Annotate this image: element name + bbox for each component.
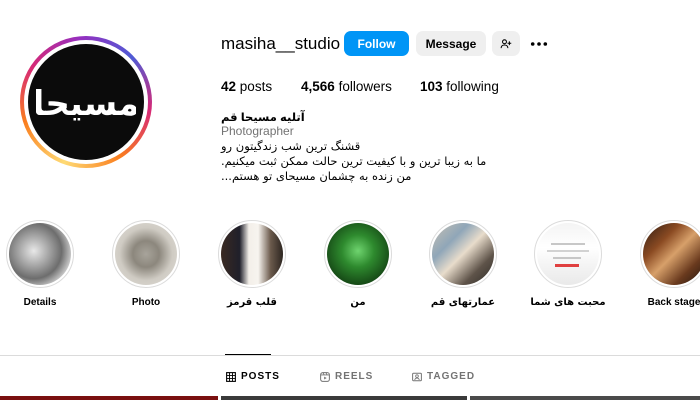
highlight-label: قلب قرمز — [227, 297, 277, 308]
highlight-cover — [221, 223, 283, 285]
tab-reels-label: REELS — [335, 371, 374, 382]
post-thumbnail[interactable] — [0, 396, 218, 400]
highlight-ring — [218, 220, 286, 288]
follow-button[interactable]: Follow — [344, 31, 409, 56]
tab-posts-label: POSTS — [241, 371, 280, 382]
tagged-icon — [412, 372, 422, 381]
highlight-qom-mansions[interactable]: عمارتهای قم — [423, 220, 503, 308]
highlight-label: Photo — [131, 297, 161, 308]
highlight-cover — [9, 223, 71, 285]
following-count-value: 103 — [420, 79, 443, 94]
posts-count-value: 42 — [221, 79, 237, 94]
posts-count: 42 posts — [221, 79, 272, 94]
add-user-button[interactable] — [492, 31, 520, 56]
post-thumbnail[interactable] — [221, 396, 467, 400]
bio-line: ما به زیبا ترین و با کیفیت ترین حالت ممک… — [221, 154, 487, 168]
studio-logo: مسیحا — [36, 84, 136, 124]
more-horizontal-icon — [530, 41, 548, 46]
highlight-cover — [115, 223, 177, 285]
avatar-gap: مسیحا — [24, 40, 148, 164]
highlight-me[interactable]: من — [318, 220, 398, 308]
grid-icon — [226, 371, 236, 382]
profile-avatar-ring[interactable]: مسیحا — [20, 36, 152, 168]
bio-name: آتلیه مسیحا قم — [221, 112, 305, 124]
highlight-label: من — [350, 297, 366, 308]
highlight-ring — [640, 220, 700, 288]
person-add-icon — [500, 38, 512, 48]
username: masiha__studio — [221, 34, 341, 53]
bio-line: من زنده به چشمان مسیحای تو هستم... — [221, 169, 412, 183]
following-link[interactable]: 103 following — [420, 79, 499, 94]
followers-count-label: followers — [338, 79, 392, 94]
posts-count-label: posts — [239, 79, 273, 94]
highlight-cover — [537, 223, 599, 285]
highlight-label: Details — [23, 297, 57, 308]
highlight-label: عمارتهای قم — [430, 297, 496, 308]
tab-reels[interactable]: REELS — [320, 371, 373, 382]
active-tab-indicator — [225, 354, 271, 355]
message-button[interactable]: Message — [416, 31, 486, 56]
bio-category: Photographer — [221, 124, 294, 138]
highlight-ring — [324, 220, 392, 288]
tab-tagged[interactable]: TAGGED — [412, 371, 475, 382]
highlight-details[interactable]: Details — [0, 220, 80, 308]
highlight-red-heart[interactable]: قلب قرمز — [212, 220, 292, 308]
highlight-photo[interactable]: Photo — [106, 220, 186, 308]
post-thumbnail[interactable] — [470, 396, 700, 400]
following-count-label: following — [446, 79, 499, 94]
tab-tagged-label: TAGGED — [427, 371, 476, 382]
tabs-divider — [0, 355, 700, 356]
more-options-button[interactable] — [528, 31, 550, 56]
followers-count-value: 4,566 — [301, 79, 335, 94]
highlight-label: Back stage — [647, 297, 700, 308]
avatar-logo-text: مسیحا — [36, 84, 136, 124]
reels-icon — [320, 371, 330, 382]
highlight-cover — [327, 223, 389, 285]
highlight-cover — [432, 223, 494, 285]
highlight-ring — [534, 220, 602, 288]
highlight-cover-text-lines — [547, 243, 589, 267]
highlight-cover — [643, 223, 700, 285]
highlight-ring — [112, 220, 180, 288]
highlight-back-stage[interactable]: Back stage — [634, 220, 700, 308]
highlight-label: محبت های شما — [530, 297, 606, 308]
avatar[interactable]: مسیحا — [28, 44, 144, 160]
bio-line: قشنگ ترین شب زندگیتون رو — [221, 139, 361, 153]
highlight-ring — [6, 220, 74, 288]
tab-posts[interactable]: POSTS — [226, 371, 280, 382]
followers-link[interactable]: 4,566 followers — [301, 79, 392, 94]
highlight-ring — [429, 220, 497, 288]
highlight-your-kindness[interactable]: محبت های شما — [528, 220, 608, 308]
